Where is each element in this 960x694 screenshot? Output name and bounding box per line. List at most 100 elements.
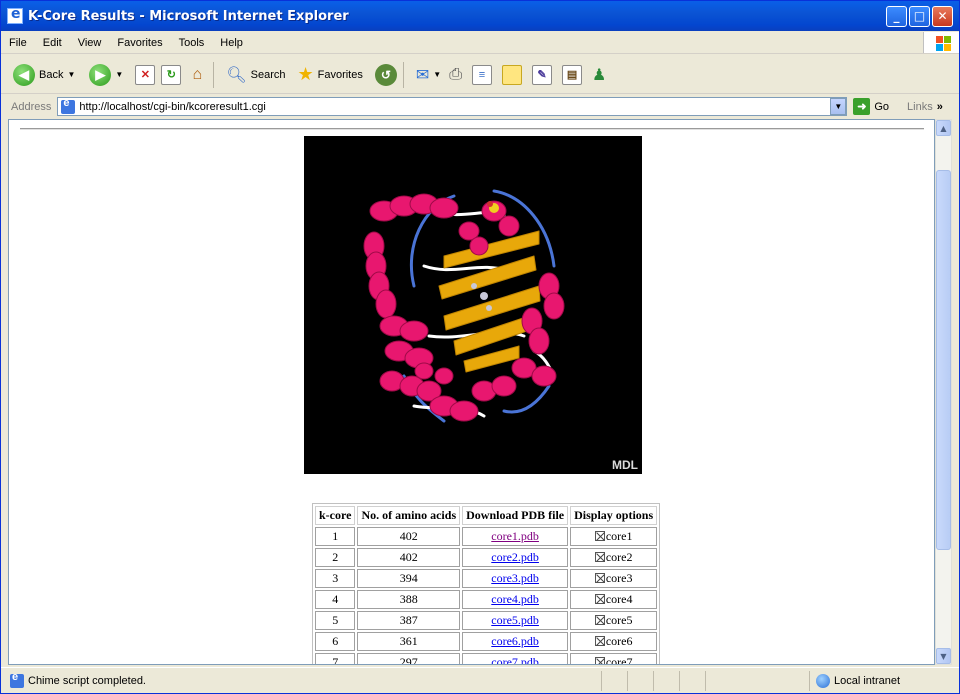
cell-amino: 394 xyxy=(357,569,461,588)
cell-download: core5.pdb xyxy=(462,611,569,630)
mail-dropdown-icon[interactable]: ▼ xyxy=(433,70,441,79)
forward-dropdown-icon[interactable]: ▼ xyxy=(115,70,123,79)
note-icon xyxy=(502,64,523,85)
chevron-right-icon: » xyxy=(936,100,943,113)
display-option-label: core4 xyxy=(605,592,633,606)
close-button[interactable]: ✕ xyxy=(932,5,953,27)
menu-view[interactable]: View xyxy=(70,37,110,49)
cell-k: 6 xyxy=(315,632,356,651)
status-bar: Chime script completed. Local intranet xyxy=(1,667,959,693)
cell-k: 4 xyxy=(315,590,356,609)
broken-image-icon[interactable] xyxy=(594,615,605,625)
back-button[interactable]: ◀ Back ▼ xyxy=(13,63,75,86)
menu-help[interactable]: Help xyxy=(212,37,251,49)
scrollbar-thumb[interactable] xyxy=(936,170,951,550)
zone-label: Local intranet xyxy=(834,674,901,687)
molecule-viewer[interactable]: MDL xyxy=(304,136,642,474)
cell-download: core3.pdb xyxy=(462,569,569,588)
cell-k: 3 xyxy=(315,569,356,588)
display-option-label: core2 xyxy=(605,550,633,564)
printer-icon: ⎙ xyxy=(449,65,463,83)
toolbar: ◀ Back ▼ ▶ ▼ ✕ ↻ ⌂ 🔍︎ Search ★ Favorites… xyxy=(1,56,959,94)
broken-image-icon[interactable] xyxy=(594,573,605,583)
cell-display: core6 xyxy=(570,632,658,651)
table-row: 7 297 core7.pdb core7 xyxy=(315,653,658,665)
table-header-row: k-core No. of amino acids Download PDB f… xyxy=(315,506,658,525)
pdb-download-link[interactable]: core4.pdb xyxy=(491,592,539,606)
pdb-download-link[interactable]: core7.pdb xyxy=(491,655,539,664)
cell-download: core1.pdb xyxy=(462,527,569,546)
menu-file[interactable]: File xyxy=(1,37,35,49)
back-dropdown-icon[interactable]: ▼ xyxy=(67,70,75,79)
research-icon: ✎ xyxy=(532,64,553,85)
mdl-watermark: MDL xyxy=(612,458,638,472)
discuss-button[interactable] xyxy=(502,64,523,85)
status-panel xyxy=(627,670,653,691)
cell-k: 7 xyxy=(315,653,356,664)
pdb-download-link[interactable]: core3.pdb xyxy=(491,571,539,585)
ie-logo-icon xyxy=(7,6,23,24)
protein-ribbon-image xyxy=(363,189,565,423)
status-panel xyxy=(653,670,679,691)
minimize-button[interactable]: _ xyxy=(886,5,907,27)
search-icon: 🔍︎ xyxy=(226,66,247,84)
address-url[interactable]: http://localhost/cgi-bin/kcoreresult1.cg… xyxy=(79,101,830,113)
mail-button[interactable]: ✉ ▼ xyxy=(416,65,441,85)
page-icon xyxy=(61,97,76,114)
forward-button[interactable]: ▶ ▼ xyxy=(89,63,123,86)
display-option-label: core6 xyxy=(605,634,633,648)
refresh-button[interactable]: ↻ xyxy=(161,64,182,85)
windows-flag-icon xyxy=(923,32,959,53)
messenger-button[interactable]: ▤ xyxy=(562,64,583,85)
table-row: 4 388 core4.pdb core4 xyxy=(315,590,658,609)
broken-image-icon[interactable] xyxy=(594,552,605,562)
status-message: Chime script completed. xyxy=(28,674,146,687)
scroll-down-icon[interactable]: ▼ xyxy=(936,648,951,664)
cell-k: 1 xyxy=(315,527,356,546)
search-button[interactable]: 🔍︎ Search xyxy=(226,65,285,85)
menu-edit[interactable]: Edit xyxy=(35,37,70,49)
go-button[interactable]: ➜ Go xyxy=(853,98,889,115)
cell-amino: 402 xyxy=(357,548,461,567)
cell-amino: 388 xyxy=(357,590,461,609)
edit-button[interactable]: ≡ xyxy=(472,64,493,85)
home-button[interactable]: ⌂ xyxy=(187,65,207,85)
menu-favorites[interactable]: Favorites xyxy=(109,37,170,49)
security-zone[interactable]: Local intranet xyxy=(809,670,959,691)
address-dropdown-icon[interactable]: ▼ xyxy=(830,98,847,115)
favorites-button[interactable]: ★ Favorites xyxy=(297,64,362,85)
edit-page-icon: ≡ xyxy=(472,64,493,85)
display-option-label: core7 xyxy=(605,655,633,665)
stop-icon: ✕ xyxy=(135,64,156,85)
cell-display: core3 xyxy=(570,569,658,588)
people-button[interactable]: ♟ xyxy=(592,65,606,85)
refresh-icon: ↻ xyxy=(161,64,182,85)
back-arrow-icon: ◀ xyxy=(13,63,35,86)
research-button[interactable]: ✎ xyxy=(532,64,553,85)
pdb-download-link[interactable]: core2.pdb xyxy=(491,550,539,564)
vertical-scrollbar[interactable]: ▲ ▼ xyxy=(935,119,952,665)
links-label: Links xyxy=(907,100,933,113)
pdb-download-link[interactable]: core6.pdb xyxy=(491,634,539,648)
history-button[interactable]: ↺ xyxy=(374,63,397,86)
stop-button[interactable]: ✕ xyxy=(135,64,156,85)
pdb-download-link[interactable]: core5.pdb xyxy=(491,613,539,627)
broken-image-icon[interactable] xyxy=(594,594,605,604)
broken-image-icon[interactable] xyxy=(594,657,605,664)
cell-display: core1 xyxy=(570,527,658,546)
home-icon: ⌂ xyxy=(192,65,203,83)
maximize-button[interactable]: □ xyxy=(909,5,930,27)
pdb-download-link[interactable]: core1.pdb xyxy=(491,529,539,543)
scroll-up-icon[interactable]: ▲ xyxy=(936,120,951,136)
broken-image-icon[interactable] xyxy=(594,531,605,541)
table-row: 2 402 core2.pdb core2 xyxy=(315,548,658,567)
address-input[interactable]: http://localhost/cgi-bin/kcoreresult1.cg… xyxy=(57,97,848,116)
cell-amino: 402 xyxy=(357,527,461,546)
print-button[interactable]: ⎙ xyxy=(449,66,462,84)
links-toolbar[interactable]: Links» xyxy=(907,101,943,113)
menu-tools[interactable]: Tools xyxy=(171,37,213,49)
header-display: Display options xyxy=(570,506,658,525)
broken-image-icon[interactable] xyxy=(594,636,605,646)
title-bar[interactable]: K-Core Results - Microsoft Internet Expl… xyxy=(1,1,959,31)
header-amino-acids: No. of amino acids xyxy=(357,506,461,525)
